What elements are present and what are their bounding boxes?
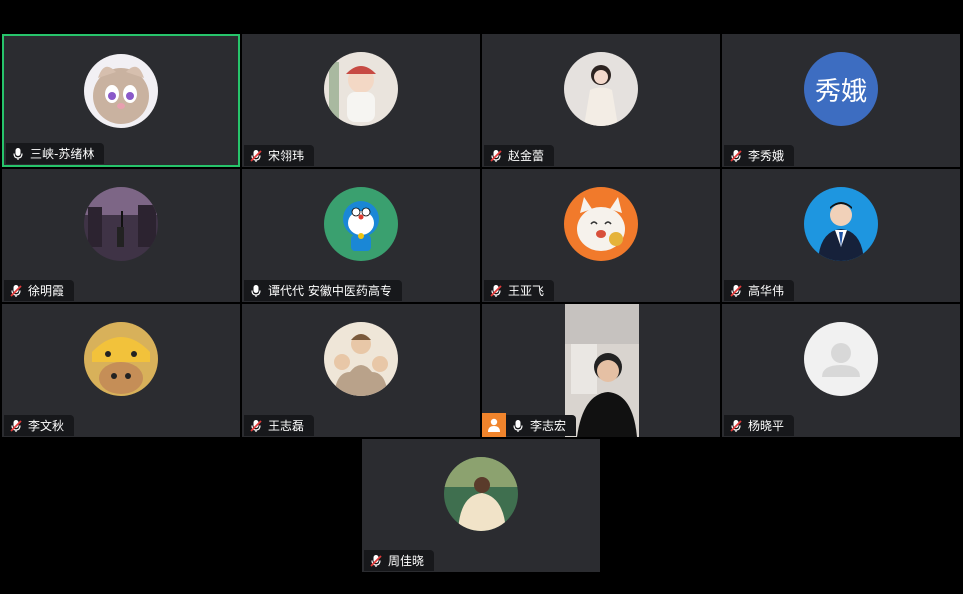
participant-name-label: 高华伟 — [724, 280, 795, 301]
participant-name-label: 王志磊 — [244, 415, 315, 436]
default-avatar-icon — [804, 322, 878, 396]
participant-name-label: 谭代代 安徽中医药高专 — [244, 280, 402, 301]
participant-tile[interactable]: 李文秋 — [2, 304, 240, 437]
participant-name: 李秀娥 — [748, 149, 785, 163]
participant-name: 李文秋 — [28, 419, 65, 433]
participant-name: 高华伟 — [748, 284, 785, 298]
participant-name: 赵金蕾 — [508, 149, 545, 163]
participant-tile[interactable]: 王志磊 — [242, 304, 480, 437]
avatar — [444, 457, 518, 531]
participant-name: 王志磊 — [268, 419, 305, 433]
participant-name: 宋翎玮 — [268, 149, 305, 163]
avatar — [324, 322, 398, 396]
microphone-muted-icon — [730, 149, 742, 162]
participant-name-label: 宋翎玮 — [244, 145, 315, 166]
avatar — [804, 187, 878, 261]
person-icon — [482, 413, 506, 437]
microphone-muted-icon — [370, 554, 382, 567]
participant-tile[interactable]: 徐明霞 — [2, 169, 240, 302]
microphone-icon — [13, 147, 23, 160]
microphone-muted-icon — [490, 284, 502, 297]
microphone-muted-icon — [10, 284, 22, 297]
participant-tile[interactable]: 三峡-苏绪林 — [2, 34, 240, 167]
participant-name-label: 周佳晓 — [364, 550, 435, 571]
participant-tile[interactable]: 王亚飞 — [482, 169, 720, 302]
participant-tile[interactable]: 秀娥 李秀娥 — [722, 34, 960, 167]
avatar — [84, 322, 158, 396]
participant-name: 王亚飞 — [508, 284, 545, 298]
microphone-muted-icon — [10, 419, 22, 432]
participant-tile[interactable]: 赵金蕾 — [482, 34, 720, 167]
avatar — [84, 54, 158, 128]
microphone-icon — [251, 284, 261, 297]
participant-tile[interactable]: 宋翎玮 — [242, 34, 480, 167]
avatar — [84, 187, 158, 261]
participant-name: 三峡-苏绪林 — [30, 147, 95, 161]
avatar — [564, 187, 638, 261]
participant-name: 杨晓平 — [748, 419, 785, 433]
participant-name: 谭代代 安徽中医药高专 — [268, 284, 392, 298]
participant-tile[interactable]: 杨晓平 — [722, 304, 960, 437]
participant-name-label: 三峡-苏绪林 — [6, 143, 105, 164]
video-grid: 三峡-苏绪林 宋翎玮 赵金蕾 秀娥 李秀娥 徐明霞 谭代代 安徽中医药高专 王亚… — [0, 0, 963, 594]
participant-tile[interactable]: 高华伟 — [722, 169, 960, 302]
microphone-muted-icon — [730, 419, 742, 432]
participant-tile[interactable]: 周佳晓 — [362, 439, 600, 572]
microphone-muted-icon — [250, 149, 262, 162]
participant-name-label: 李秀娥 — [724, 145, 795, 166]
participant-name-label: 徐明霞 — [4, 280, 75, 301]
microphone-icon — [513, 419, 523, 432]
avatar — [324, 187, 398, 261]
microphone-muted-icon — [730, 284, 742, 297]
initials-avatar: 秀娥 — [804, 52, 878, 126]
participant-tile[interactable]: 李志宏 — [482, 304, 720, 437]
participant-name: 周佳晓 — [388, 554, 425, 568]
microphone-muted-icon — [490, 149, 502, 162]
participant-name: 徐明霞 — [28, 284, 65, 298]
avatar — [564, 52, 638, 126]
camera-video — [565, 304, 639, 437]
participant-name-label: 赵金蕾 — [484, 145, 555, 166]
participant-name: 李志宏 — [530, 419, 567, 433]
participant-tile[interactable]: 谭代代 安徽中医药高专 — [242, 169, 480, 302]
participant-name-label: 王亚飞 — [484, 280, 555, 301]
participant-name-label: 杨晓平 — [724, 415, 795, 436]
participant-name-label: 李文秋 — [4, 415, 75, 436]
avatar — [324, 52, 398, 126]
participant-name-label: 李志宏 — [506, 415, 577, 436]
microphone-muted-icon — [250, 419, 262, 432]
